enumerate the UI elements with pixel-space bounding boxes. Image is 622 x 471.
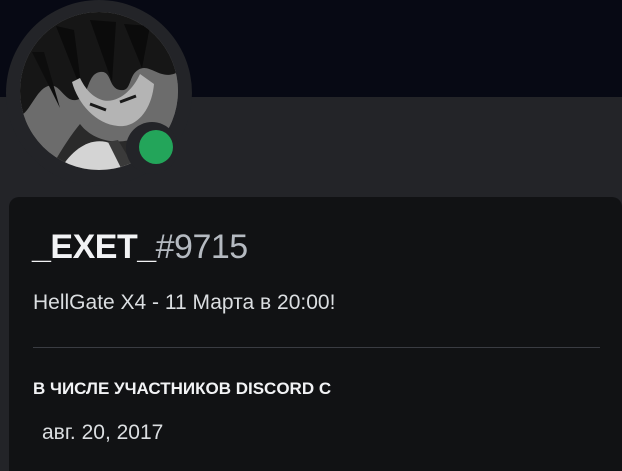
user-tag[interactable]: _EXET_#9715 [32, 225, 248, 269]
member-since-heading: В ЧИСЛЕ УЧАСТНИКОВ DISCORD С [33, 379, 332, 398]
custom-status: HellGate X4 - 11 Марта в 20:00! [33, 291, 336, 314]
online-status-icon [139, 130, 173, 164]
member-since-date: авг. 20, 2017 [42, 421, 164, 444]
username: _EXET_ [32, 228, 156, 266]
divider [33, 347, 600, 348]
discriminator: #9715 [155, 228, 249, 266]
